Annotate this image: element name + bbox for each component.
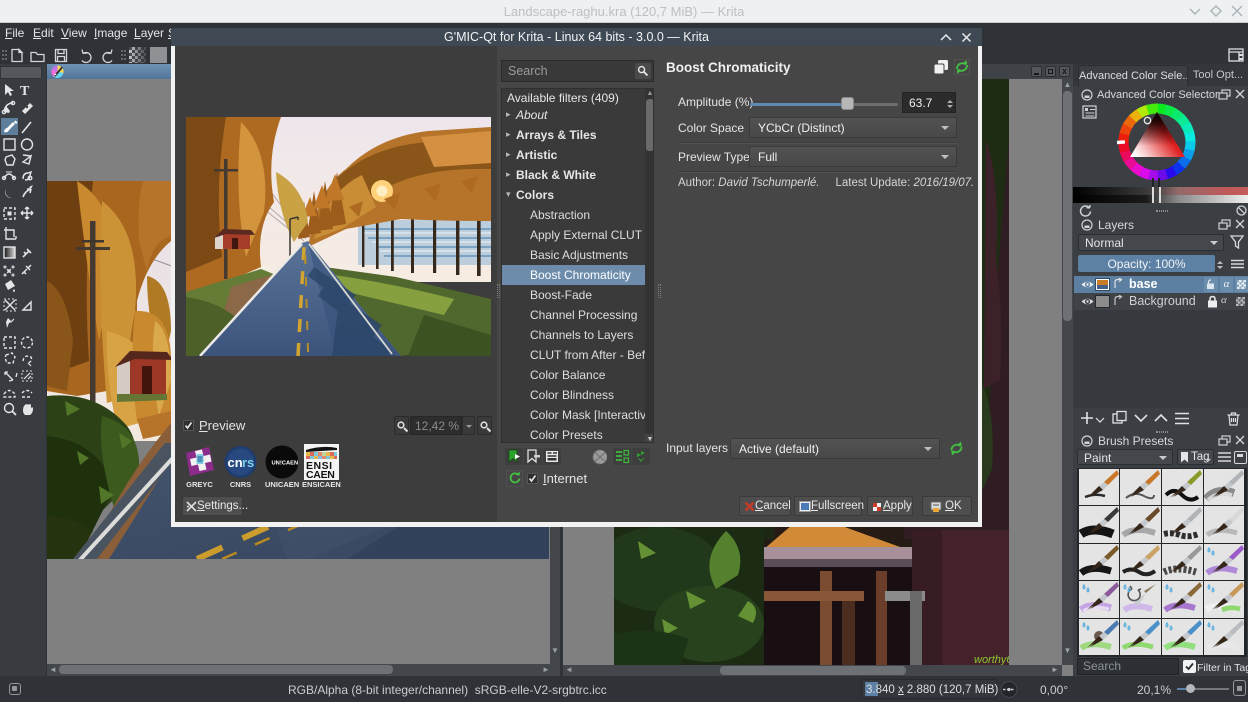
svg-text:rs: rs — [242, 455, 254, 470]
svg-text:CAEN: CAEN — [306, 469, 335, 480]
svg-text:T: T — [20, 84, 30, 99]
svg-text:UN!CAEN: UN!CAEN — [272, 461, 299, 467]
svg-text:cn: cn — [228, 455, 243, 470]
